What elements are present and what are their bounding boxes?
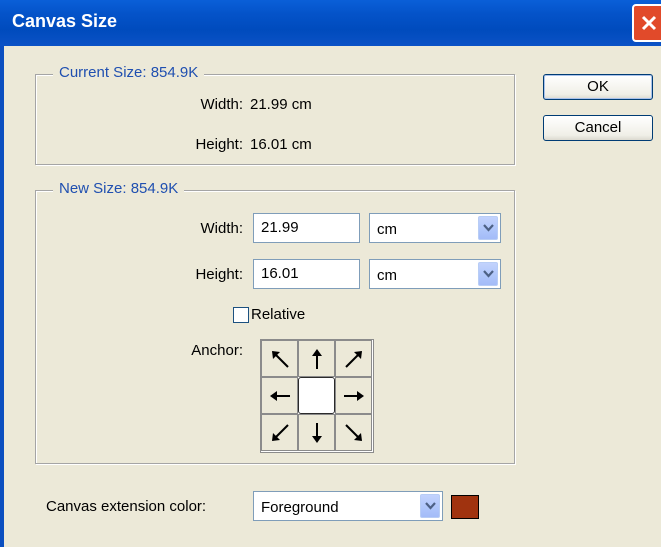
anchor-bottom-right[interactable] (335, 414, 372, 451)
cancel-button[interactable]: Cancel (543, 115, 653, 141)
arrow-up-icon (312, 349, 322, 369)
anchor-bottom-left[interactable] (261, 414, 298, 451)
relative-label[interactable]: Relative (251, 306, 305, 323)
anchor-left[interactable] (261, 377, 298, 414)
current-height-label: Height: (195, 136, 243, 153)
anchor-top[interactable] (298, 340, 335, 377)
chevron-down-icon (483, 270, 494, 278)
title-bar: Canvas Size (0, 0, 661, 46)
new-height-label: Height: (195, 266, 243, 283)
width-unit-dropdown[interactable] (478, 216, 498, 240)
ok-button[interactable]: OK (543, 74, 653, 100)
new-width-label: Width: (200, 220, 243, 237)
anchor-grid (260, 339, 374, 453)
chevron-down-icon (483, 224, 494, 232)
arrow-up-left-icon (272, 351, 289, 368)
height-input[interactable]: 16.01 (253, 259, 360, 289)
arrow-up-right-icon (345, 351, 362, 368)
anchor-label: Anchor: (191, 342, 243, 359)
anchor-right[interactable] (335, 377, 372, 414)
extension-color-select[interactable]: Foreground (253, 491, 443, 521)
arrow-down-right-icon (345, 424, 362, 441)
width-input[interactable]: 21.99 (253, 213, 360, 243)
relative-checkbox[interactable] (233, 307, 249, 323)
width-unit-select[interactable]: cm (369, 213, 501, 243)
extension-color-swatch[interactable] (451, 495, 479, 519)
current-width-label: Width: (200, 96, 243, 113)
arrow-right-icon (344, 391, 364, 401)
current-size-legend: Current Size: 854.9K (53, 64, 205, 81)
anchor-center[interactable] (298, 377, 335, 414)
arrow-down-icon (312, 423, 322, 443)
anchor-top-right[interactable] (335, 340, 372, 377)
width-unit-value: cm (377, 221, 397, 238)
close-button[interactable] (632, 4, 661, 42)
arrow-down-left-icon (272, 424, 289, 441)
anchor-bottom[interactable] (298, 414, 335, 451)
close-icon (641, 15, 657, 31)
current-width-value: 21.99 cm (250, 96, 312, 113)
height-unit-select[interactable]: cm (369, 259, 501, 289)
anchor-top-left[interactable] (261, 340, 298, 377)
extension-color-value: Foreground (261, 499, 339, 516)
window-title: Canvas Size (12, 11, 118, 31)
chevron-down-icon (425, 502, 436, 510)
extension-color-dropdown[interactable] (420, 494, 440, 518)
height-unit-dropdown[interactable] (478, 262, 498, 286)
window-frame (0, 46, 4, 547)
current-height-value: 16.01 cm (250, 136, 312, 153)
arrow-left-icon (270, 391, 290, 401)
extension-color-label: Canvas extension color: (46, 498, 207, 515)
new-size-legend: New Size: 854.9K (53, 180, 185, 197)
height-unit-value: cm (377, 267, 397, 284)
